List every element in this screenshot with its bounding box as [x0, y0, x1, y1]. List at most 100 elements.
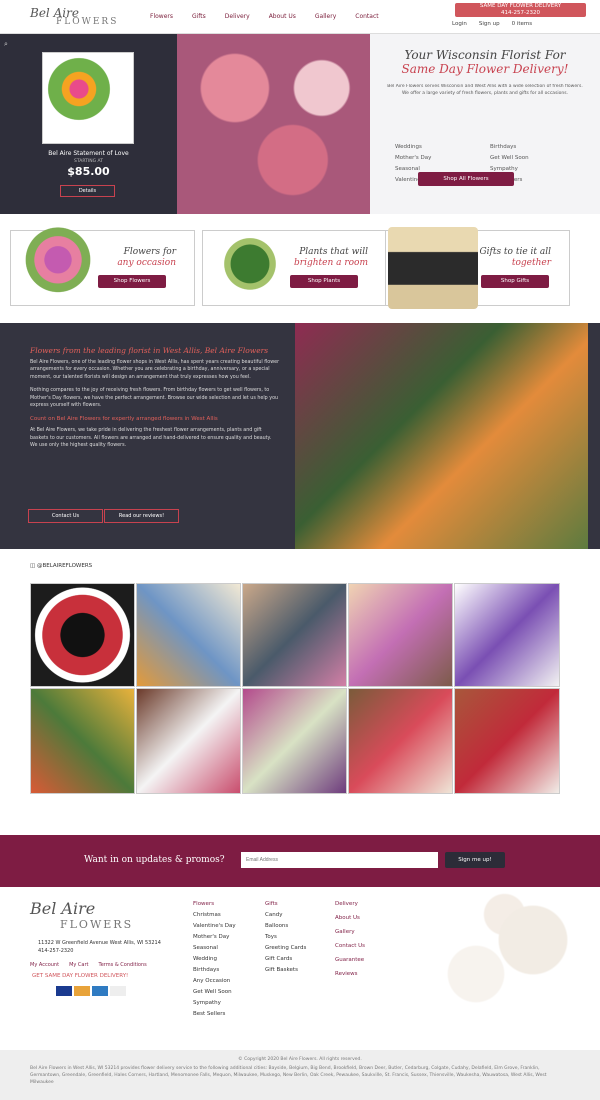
product-name: Bel Aire Statement of Love — [48, 150, 129, 157]
footer-heading[interactable]: Gifts — [265, 899, 306, 910]
footer-link[interactable]: Gift Baskets — [265, 965, 306, 976]
occasion-get-well[interactable]: Get Well Soon — [490, 155, 585, 161]
instagram-photo[interactable] — [454, 688, 560, 794]
footer-col-gifts: Gifts Candy Balloons Toys Greeting Cards… — [265, 899, 306, 976]
category-title-line2: any occasion — [117, 258, 176, 268]
category-title-line2: together — [511, 258, 551, 268]
instagram-photo[interactable] — [454, 583, 560, 687]
nav-delivery[interactable]: Delivery — [225, 13, 250, 23]
footer-link[interactable]: Birthdays — [193, 965, 236, 976]
footer-link[interactable]: Gallery — [335, 927, 365, 938]
price-label: STARTING AT — [74, 159, 103, 164]
footer-link[interactable]: Guarantee — [335, 955, 365, 966]
instagram-photo[interactable] — [136, 688, 241, 794]
shop-plants-button[interactable]: Shop Plants — [290, 275, 358, 288]
reviews-button[interactable]: Read our reviews! — [104, 509, 179, 523]
instagram-photo[interactable] — [242, 583, 347, 687]
category-title-line1: Plants that will — [299, 247, 368, 257]
signup-link[interactable]: Sign up — [479, 21, 500, 27]
category-gifts[interactable]: Gifts to tie it all together Shop Gifts — [385, 227, 570, 309]
signup-button[interactable]: Sign me up! — [445, 852, 505, 868]
footer-link[interactable]: Candy — [265, 910, 306, 921]
occasion-weddings[interactable]: Weddings — [395, 144, 490, 150]
logo-subtext: FLOWERS — [56, 17, 119, 27]
instagram-photo[interactable] — [242, 688, 347, 794]
instagram-photo[interactable] — [136, 583, 241, 687]
mastercard-icon — [74, 986, 90, 996]
about-text: Flowers from the leading florist in West… — [30, 347, 280, 450]
footer-link[interactable]: Contact Us — [335, 941, 365, 952]
footer-heading[interactable]: Delivery — [335, 899, 365, 910]
hero-flower-image — [177, 34, 370, 214]
footer-link[interactable]: Wedding — [193, 954, 236, 965]
footer-link[interactable]: Christmas — [193, 910, 236, 921]
bottom-bar: © Copyright 2020 Bel Aire Flowers. All r… — [0, 1050, 600, 1100]
about-paragraph: Nothing compares to the joy of receiving… — [30, 388, 279, 408]
nav-contact[interactable]: Contact — [355, 13, 378, 23]
footer-link[interactable]: Greeting Cards — [265, 943, 306, 954]
promo-line: SAME DAY FLOWER DELIVERY — [479, 3, 562, 9]
delivery-cities: Bel Aire Flowers in West Allis, WI 53214… — [30, 1066, 547, 1085]
instagram-handle: @BELAIREFLOWERS — [36, 563, 93, 569]
hero-title-line1: Your Wisconsin Florist For — [404, 48, 566, 62]
nav-about[interactable]: About Us — [269, 13, 296, 23]
footer-link[interactable]: Mother's Day — [193, 932, 236, 943]
about-title: Flowers from the leading florist in West… — [30, 346, 269, 355]
main-nav: Flowers Gifts Delivery About Us Gallery … — [150, 13, 398, 23]
category-title: Gifts to tie it all together — [479, 247, 551, 269]
shop-all-button[interactable]: Shop All Flowers — [418, 172, 514, 186]
hero-intro: Bel Aire Flowers serves Wisconsin and We… — [387, 84, 583, 96]
footer-heading[interactable]: Flowers — [193, 899, 236, 910]
instagram-photo[interactable] — [30, 688, 135, 794]
footer-logo-subtext: FLOWERS — [60, 918, 134, 931]
email-input[interactable] — [241, 852, 438, 868]
category-title-line1: Gifts to tie it all — [479, 247, 551, 257]
footer-link[interactable]: Sympathy — [193, 998, 236, 1009]
footer-link[interactable]: Seasonal — [193, 943, 236, 954]
terms-link[interactable]: Terms & Conditions — [99, 962, 147, 968]
nav-gifts[interactable]: Gifts — [192, 13, 206, 23]
cart-link[interactable]: 0 items — [512, 21, 533, 27]
shop-gifts-button[interactable]: Shop Gifts — [481, 275, 549, 288]
category-title-line2: brighten a room — [294, 258, 368, 268]
discover-icon — [110, 986, 126, 996]
logo[interactable]: Bel Aire FLOWERS — [30, 6, 120, 30]
instagram-photo[interactable] — [348, 583, 453, 687]
contact-us-button[interactable]: Contact Us — [28, 509, 103, 523]
category-title: Plants that will brighten a room — [294, 247, 368, 269]
nav-gallery[interactable]: Gallery — [315, 13, 336, 23]
footer-logo[interactable]: Bel Aire FLOWERS — [30, 899, 150, 931]
instagram-header[interactable]: ◫ @BELAIREFLOWERS — [30, 563, 92, 569]
plants-image — [205, 227, 295, 309]
footer-link[interactable]: Get Well Soon — [193, 987, 236, 998]
login-link[interactable]: Login — [452, 21, 467, 27]
occasion-mothers-day[interactable]: Mother's Day — [395, 155, 490, 161]
page: Bel Aire FLOWERS Flowers Gifts Delivery … — [0, 0, 600, 1100]
footer-link[interactable]: About Us — [335, 913, 365, 924]
about-subtitle: Count on Bel Aire Flowers for expertly a… — [30, 415, 218, 422]
category-plants[interactable]: Plants that will brighten a room Shop Pla… — [202, 227, 387, 309]
hero-title: Your Wisconsin Florist For Same Day Flow… — [370, 48, 600, 76]
footer-link[interactable]: Reviews — [335, 969, 365, 980]
promo-banner[interactable]: SAME DAY FLOWER DELIVERY 414-257-2320 — [455, 3, 586, 17]
footer-link[interactable]: Best Sellers — [193, 1009, 236, 1020]
product-image[interactable] — [42, 52, 134, 144]
amex-icon — [92, 986, 108, 996]
footer-link[interactable]: Any Occasion — [193, 976, 236, 987]
category-flowers[interactable]: Flowers for any occasion Shop Flowers — [10, 227, 195, 309]
occasion-birthdays[interactable]: Birthdays — [490, 144, 585, 150]
instagram-photo[interactable] — [348, 688, 453, 794]
footer-link[interactable]: Valentine's Day — [193, 921, 236, 932]
footer-link[interactable]: Balloons — [265, 921, 306, 932]
search-icon[interactable]: ⌕ — [4, 40, 8, 49]
shop-flowers-button[interactable]: Shop Flowers — [98, 275, 166, 288]
my-cart-link[interactable]: My Cart — [69, 962, 88, 968]
instagram-photo[interactable] — [30, 583, 135, 687]
nav-flowers[interactable]: Flowers — [150, 13, 173, 23]
details-button[interactable]: Details — [60, 185, 115, 197]
my-account-link[interactable]: My Account — [30, 962, 59, 968]
footer-link[interactable]: Toys — [265, 932, 306, 943]
footer-phone[interactable]: 414-257-2320 — [38, 948, 73, 954]
copyright: © Copyright 2020 Bel Aire Flowers. All r… — [238, 1057, 362, 1062]
footer-link[interactable]: Gift Cards — [265, 954, 306, 965]
